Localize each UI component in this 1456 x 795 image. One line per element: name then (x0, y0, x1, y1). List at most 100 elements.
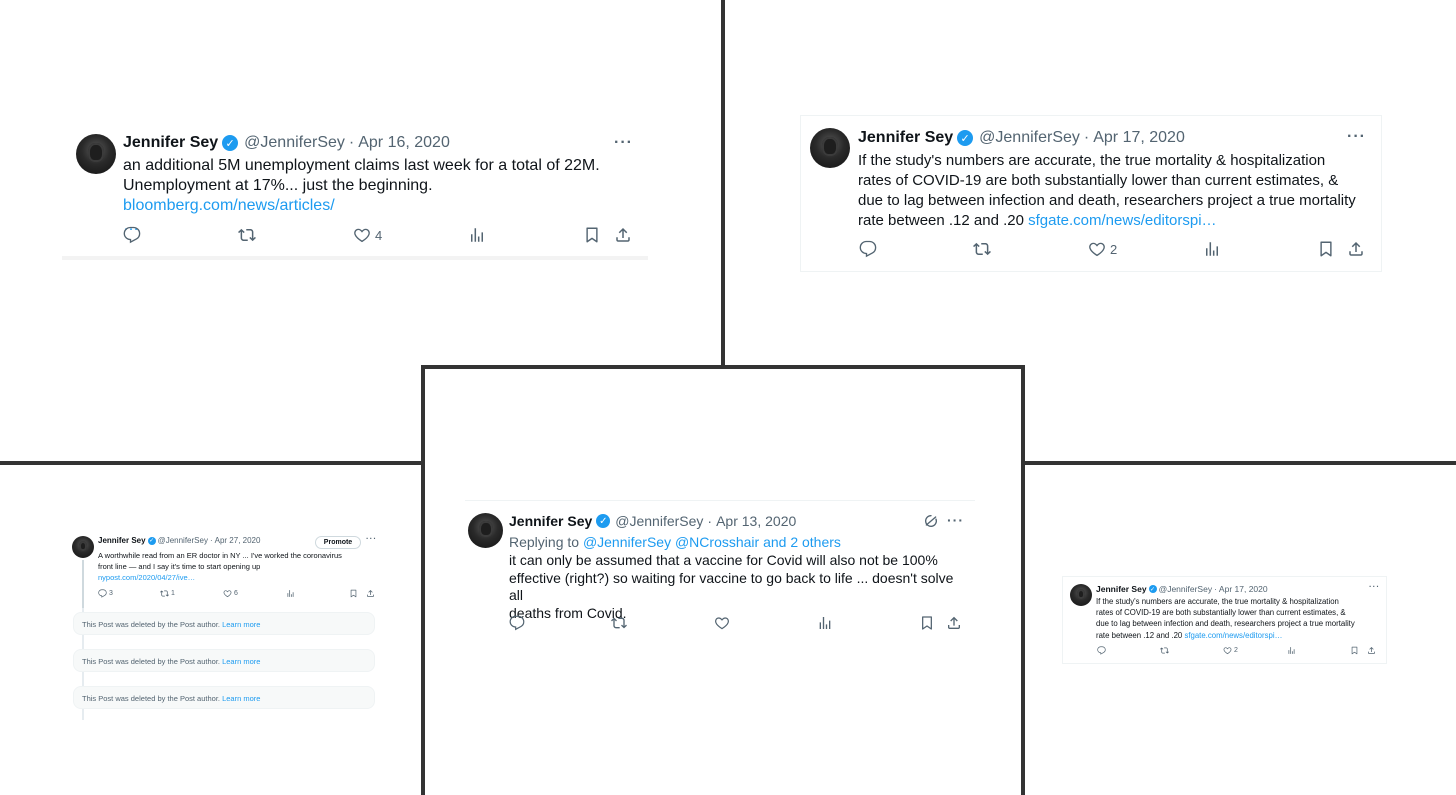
author-handle[interactable]: @JenniferSey (158, 536, 208, 545)
author-name[interactable]: Jennifer Sey (123, 134, 218, 152)
learn-more-link[interactable]: Learn more (222, 694, 260, 703)
avatar[interactable] (1070, 584, 1092, 606)
action-bar (509, 615, 969, 633)
like-icon (1088, 240, 1106, 258)
more-icon[interactable]: ··· (366, 534, 377, 543)
avatar[interactable] (76, 134, 116, 174)
reply-icon (1097, 646, 1106, 655)
reply-button[interactable] (1097, 646, 1106, 655)
like-button[interactable]: 2 (1088, 240, 1117, 258)
center-frame-top (421, 365, 1025, 369)
tweet-link[interactable]: nypost.com/2020/04/27/ive… (98, 572, 378, 583)
author-handle[interactable]: @JenniferSey (1159, 584, 1213, 594)
reply-button[interactable] (123, 226, 141, 244)
thread-line (82, 560, 84, 608)
like-button[interactable]: 2 (1223, 646, 1238, 655)
bookmark-button[interactable] (349, 589, 358, 598)
author-name[interactable]: Jennifer Sey (1096, 584, 1147, 594)
divider-horizontal-left (0, 461, 424, 465)
share-button[interactable] (1347, 240, 1365, 258)
divider-vertical-top (721, 0, 725, 367)
retweet-button[interactable] (238, 226, 256, 244)
share-icon (1347, 240, 1365, 258)
author-handle[interactable]: @JenniferSey (615, 513, 703, 529)
like-button[interactable] (714, 615, 730, 631)
views-button[interactable] (1203, 240, 1221, 258)
share-button[interactable] (614, 226, 632, 244)
tweet-header: Jennifer Sey ✓ @JenniferSey · Apr 13, 20… (509, 513, 796, 529)
bookmark-button[interactable] (919, 615, 935, 631)
tweet-text-line: If the study's numbers are accurate, the… (1096, 597, 1339, 606)
tweet-link[interactable]: sfgate.com/news/editorspi… (1028, 212, 1216, 229)
avatar[interactable] (468, 513, 503, 548)
tweet-date[interactable]: Apr 17, 2020 (1093, 129, 1185, 147)
tweet-card[interactable]: Jennifer Sey ✓ @JenniferSey · Apr 17, 20… (800, 115, 1382, 272)
bookmark-button[interactable] (583, 226, 601, 244)
like-button[interactable]: 6 (223, 589, 238, 598)
dot-separator: · (707, 513, 713, 529)
tweet-date[interactable]: Apr 13, 2020 (716, 513, 796, 529)
retweet-button[interactable] (611, 615, 627, 631)
tweet-text-line: due to lag between infection and death, … (858, 192, 1356, 209)
tweet-header: Jennifer Sey ✓ @JenniferSey · Apr 16, 20… (123, 134, 450, 152)
author-name[interactable]: Jennifer Sey (858, 129, 953, 147)
share-button[interactable] (366, 589, 375, 598)
reply-mentions[interactable]: @JenniferSey @NCrosshair and 2 others (583, 534, 841, 550)
tweet-text-span: rate between .12 and .20 (858, 212, 1024, 229)
tweet-date[interactable]: Apr 27, 2020 (215, 536, 261, 545)
share-icon (614, 226, 632, 244)
tweet-link[interactable]: sfgate.com/news/editorspi… (1184, 631, 1282, 640)
retweet-button[interactable] (973, 240, 991, 258)
views-button[interactable] (468, 226, 486, 244)
share-button[interactable] (1367, 646, 1376, 655)
reply-button[interactable] (859, 240, 877, 258)
more-icon[interactable]: ··· (947, 512, 964, 528)
dot-separator: · (209, 536, 213, 545)
learn-more-link[interactable]: Learn more (222, 620, 260, 629)
share-button[interactable] (946, 615, 962, 631)
tweet-text-line: due to lag between infection and death, … (1096, 619, 1355, 629)
grok-button[interactable] (923, 513, 939, 529)
avatar[interactable] (810, 128, 850, 168)
tweet-thread[interactable]: Jennifer Sey ✓ @JenniferSey · Apr 27, 20… (62, 522, 382, 720)
tweet-card[interactable]: Jennifer Sey ✓ @JenniferSey · Apr 17, 20… (1062, 576, 1387, 664)
bookmark-button[interactable] (1317, 240, 1335, 258)
more-icon[interactable]: ··· (614, 134, 633, 152)
tweet-text-line: rate between .12 and .20 sfgate.com/news… (858, 211, 1378, 231)
retweet-button[interactable] (1160, 646, 1169, 655)
reply-button[interactable] (509, 615, 525, 631)
tweet-text: A worthwhile read from an ER doctor in N… (98, 550, 378, 583)
tweet-header: Jennifer Sey ✓ @JenniferSey · Apr 27, 20… (98, 536, 260, 545)
author-handle[interactable]: @JenniferSey (244, 134, 345, 152)
tweet-text-line: A worthwhile read from an ER doctor in N… (98, 551, 342, 560)
tweet-link[interactable]: bloomberg.com/news/articles/ (123, 197, 335, 214)
like-count: 2 (1234, 647, 1238, 654)
more-icon[interactable]: ··· (1347, 128, 1366, 146)
bookmark-button[interactable] (1350, 646, 1359, 655)
retweet-icon (160, 589, 169, 598)
dot-separator: · (1214, 584, 1217, 594)
tweet-date[interactable]: Apr 17, 2020 (1219, 584, 1268, 594)
author-name[interactable]: Jennifer Sey (509, 513, 592, 529)
verified-badge-icon: ✓ (222, 135, 239, 151)
author-name[interactable]: Jennifer Sey (98, 536, 146, 545)
views-icon (286, 589, 295, 598)
more-icon[interactable]: ··· (1369, 582, 1380, 591)
action-bar: 2 (1097, 646, 1382, 656)
views-button[interactable] (286, 589, 295, 598)
views-button[interactable] (1287, 646, 1296, 655)
promote-button[interactable]: Promote (315, 536, 361, 549)
author-handle[interactable]: @JenniferSey (979, 129, 1080, 147)
views-icon (1287, 646, 1296, 655)
reply-button[interactable]: 3 (98, 589, 113, 598)
learn-more-link[interactable]: Learn more (222, 657, 260, 666)
tweet-card[interactable]: Jennifer Sey ✓ @JenniferSey · Apr 13, 20… (465, 500, 975, 642)
avatar[interactable] (72, 536, 94, 558)
retweet-button[interactable]: 1 (160, 589, 175, 598)
tweet-card[interactable]: Jennifer Sey ✓ @JenniferSey · Apr 16, 20… (62, 120, 648, 260)
divider-horizontal-right (1022, 461, 1456, 465)
center-frame-right (1021, 365, 1025, 795)
tweet-date[interactable]: Apr 16, 2020 (358, 134, 450, 152)
views-button[interactable] (817, 615, 833, 631)
like-button[interactable]: 4 (353, 226, 382, 244)
